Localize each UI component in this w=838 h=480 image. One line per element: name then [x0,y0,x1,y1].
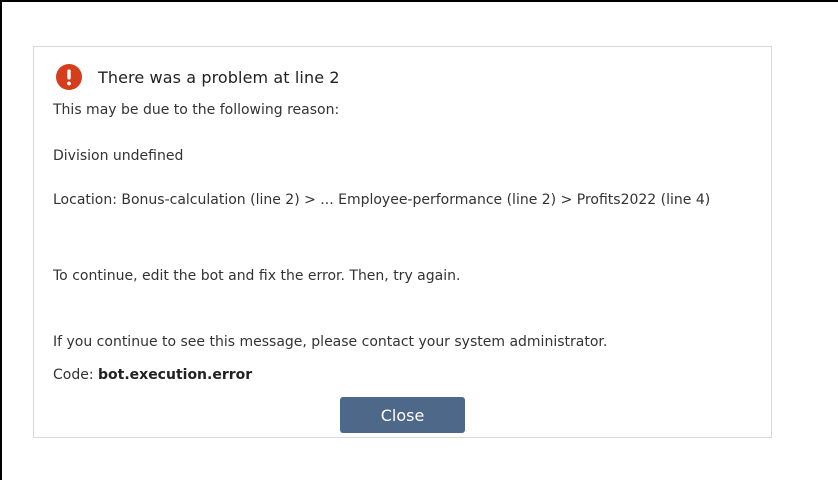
contact-admin-text: If you continue to see this message, ple… [53,334,608,350]
dialog-header: There was a problem at line 2 [56,64,340,90]
error-code-label: Code: [53,367,99,383]
error-exclamation-icon [56,64,82,90]
reason-text: Division undefined [53,148,184,164]
dialog-title: There was a problem at line 2 [98,67,340,87]
reason-intro-text: This may be due to the following reason: [53,102,340,118]
error-dialog: There was a problem at line 2 This may b… [33,46,772,438]
error-code-value: bot.execution.error [98,367,253,383]
continue-instructions-text: To continue, edit the bot and fix the er… [53,268,461,284]
error-code: Code: bot.execution.error [53,365,753,386]
location-text: Location: Bonus-calculation (line 2) > .… [53,192,711,208]
close-button[interactable]: Close [340,397,465,433]
